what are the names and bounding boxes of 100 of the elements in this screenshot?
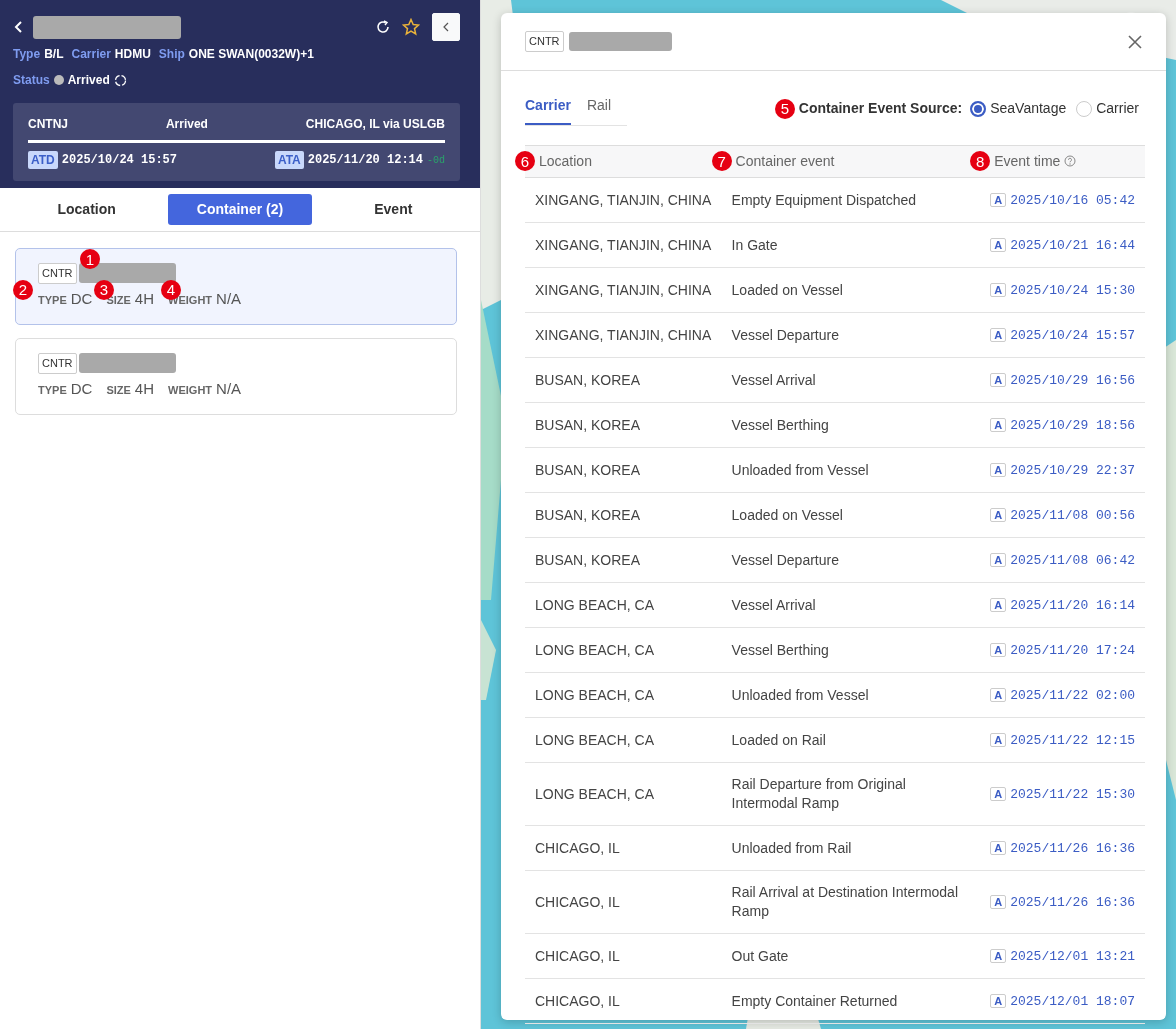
field-value: DC (70, 378, 93, 399)
container-card[interactable]: CNTR TYPE DC SIZE 4H WEIGHT N/A (15, 338, 457, 415)
table-cell: BUSAN, KOREA (535, 506, 641, 523)
tab[interactable]: Container (2) (168, 194, 312, 225)
time-tag: A (990, 841, 1007, 855)
radio-button[interactable] (970, 100, 987, 117)
table-cell: CHICAGO, IL (535, 839, 620, 856)
time-tag: A (990, 193, 1007, 207)
annotation-marker: 8 (970, 151, 991, 171)
origin-port: CNTNJ (28, 116, 68, 133)
table-cell: Rail Arrival at Destination Intermodal Ramp (731, 884, 958, 919)
event-time: 2025/11/26 16:36 (1010, 841, 1135, 856)
chevron-left-icon (442, 22, 450, 32)
departure-time: 2025/10/24 15:57 (61, 152, 177, 169)
table-cell: LONG BEACH, CA (535, 785, 655, 802)
column-header: Container event (735, 151, 835, 171)
table-cell: CHICAGO, IL (535, 893, 620, 910)
container-tag: CNTR (38, 353, 77, 374)
event-time: 2025/10/24 15:57 (1010, 328, 1135, 343)
time-tag: A (990, 733, 1007, 747)
table-cell: LONG BEACH, CA (535, 686, 655, 703)
event-time: 2025/12/01 13:21 (1010, 949, 1135, 964)
annotation-marker: 2 (13, 279, 33, 300)
time-tag: A (990, 238, 1007, 252)
back-icon[interactable] (13, 20, 25, 34)
time-tag: A (990, 787, 1007, 801)
container-tag: CNTR (525, 31, 564, 52)
time-tag: A (990, 283, 1007, 297)
refresh-icon[interactable] (376, 20, 390, 34)
table-cell: Out Gate (731, 947, 789, 964)
time-tag: A (990, 328, 1007, 342)
time-tag: A (990, 553, 1007, 567)
table-cell: LONG BEACH, CA (535, 731, 655, 748)
table-cell: Empty Container Returned (731, 992, 898, 1009)
route-status: Arrived (165, 116, 208, 133)
event-time: 2025/10/24 15:30 (1010, 283, 1135, 298)
event-time: 2025/11/26 16:36 (1010, 895, 1135, 910)
time-tag: ATA (274, 151, 304, 169)
event-time: 2025/11/08 00:56 (1010, 508, 1135, 523)
event-time: 2025/10/29 18:56 (1010, 418, 1135, 433)
time-tag: A (990, 643, 1007, 657)
field-label: WEIGHT (168, 382, 213, 398)
status-value: Arrived (67, 72, 110, 89)
event-time: 2025/11/20 16:14 (1010, 598, 1135, 613)
table-cell: Empty Equipment Dispatched (731, 191, 916, 208)
event-time: 2025/11/08 06:42 (1010, 553, 1135, 568)
tab[interactable]: Rail (586, 91, 612, 125)
table-cell: Vessel Departure (731, 551, 839, 568)
field-label: Status (13, 72, 50, 89)
time-tag: A (990, 508, 1007, 522)
table-cell: BUSAN, KOREA (535, 416, 641, 433)
radio-option[interactable]: SeaVantage (970, 98, 1067, 119)
time-tag: A (990, 688, 1007, 702)
close-icon[interactable] (1128, 34, 1142, 49)
delay-text: -0d (427, 153, 445, 168)
star-icon[interactable] (402, 18, 420, 36)
table-cell: BUSAN, KOREA (535, 371, 641, 388)
table-cell: XINGANG, TIANJIN, CHINA (535, 191, 712, 208)
event-time: 2025/11/22 15:30 (1010, 787, 1135, 802)
field-value: N/A (216, 378, 242, 399)
table-cell: Loaded on Vessel (731, 506, 843, 523)
table-cell: BUSAN, KOREA (535, 461, 641, 478)
container-tag: CNTR (38, 263, 77, 284)
table-cell: LONG BEACH, CA (535, 596, 655, 613)
annotation-marker: 1 (80, 249, 100, 269)
arrival-time: 2025/11/20 12:14 (307, 152, 423, 169)
table-cell: Unloaded from Rail (731, 839, 852, 856)
table-cell: CHICAGO, IL (535, 947, 620, 964)
table-cell: CHICAGO, IL (535, 992, 620, 1009)
tab[interactable]: Location (14, 194, 159, 225)
table-cell: In Gate (731, 236, 778, 253)
time-tag: A (990, 418, 1007, 432)
event-time: 2025/10/16 05:42 (1010, 193, 1135, 208)
time-tag: A (990, 598, 1007, 612)
destination-port: CHICAGO, IL via USLGB (305, 116, 445, 133)
field-value: 4H (134, 378, 155, 399)
source-label: Container Event Source: (798, 99, 963, 118)
status-dot-icon (53, 75, 64, 85)
table-cell: Unloaded from Vessel (731, 461, 869, 478)
radio-option[interactable]: Carrier (1076, 98, 1139, 119)
table-cell: Vessel Arrival (731, 371, 816, 388)
time-tag: A (990, 994, 1007, 1008)
table-cell: Vessel Berthing (731, 641, 829, 658)
tab[interactable]: Carrier (525, 91, 571, 125)
table-cell: XINGANG, TIANJIN, CHINA (535, 281, 712, 298)
table-cell: LONG BEACH, CA (535, 641, 655, 658)
event-time: 2025/11/22 12:15 (1010, 733, 1135, 748)
event-time: 2025/10/29 16:56 (1010, 373, 1135, 388)
field-value: DC (70, 288, 93, 309)
time-tag: A (990, 949, 1007, 963)
table-cell: BUSAN, KOREA (535, 551, 641, 568)
tab[interactable]: Event (321, 194, 466, 225)
table-cell: Vessel Berthing (731, 416, 829, 433)
table-cell: Loaded on Rail (731, 731, 826, 748)
sync-icon[interactable] (113, 73, 127, 87)
field-value: ONE SWAN(0032W)+1 (188, 46, 314, 63)
annotation-marker: 6 (515, 151, 535, 171)
event-time: 2025/10/29 22:37 (1010, 463, 1135, 478)
field-label: Carrier (71, 46, 111, 63)
column-header: Event time (994, 151, 1061, 171)
